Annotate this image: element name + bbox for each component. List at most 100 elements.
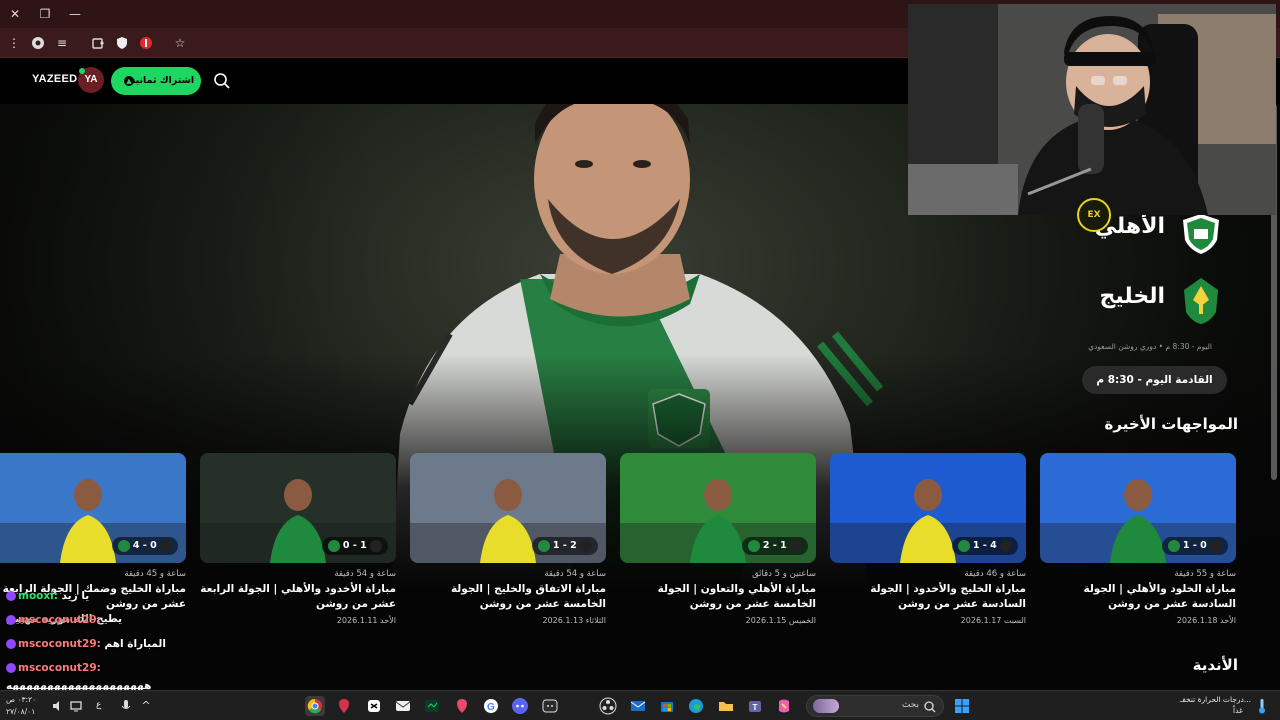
al-khaleej-crest-icon[interactable] <box>1180 276 1222 324</box>
match-score: 1 - 4 <box>972 540 997 551</box>
team-crest-icon <box>747 539 760 552</box>
match-thumbnail[interactable]: 1 - 0 <box>1040 453 1236 563</box>
chat-username[interactable]: mscoconut29: <box>18 638 101 650</box>
thmanyah-logo-icon: ▲ <box>124 76 134 86</box>
card-title[interactable]: مباراة الاتفاق والخليج | الجولة الخامسة … <box>410 582 606 612</box>
thermometer-icon[interactable] <box>1252 696 1272 716</box>
card-title[interactable]: مباراة الأهلي والتعاون | الجولة الخامسة … <box>620 582 816 612</box>
team-crest-icon <box>1210 539 1222 552</box>
network-icon[interactable] <box>66 696 86 716</box>
team-crest-icon <box>1167 539 1180 552</box>
close-window-icon[interactable]: ✕ <box>2 4 28 24</box>
puzzle-extensions-icon[interactable] <box>88 33 108 53</box>
input-language[interactable]: ع <box>96 700 101 710</box>
match-thumbnail[interactable]: 2 - 1 <box>620 453 816 563</box>
mail-2-app-icon[interactable] <box>628 696 648 716</box>
tray-time[interactable]: ٠٣:٢٠ ص <box>6 695 36 704</box>
weather-text[interactable]: درجات الحرارة تنخفـ... <box>1180 695 1251 704</box>
score-badge: 1 - 4 <box>951 537 1018 555</box>
chat-message: mscoconut29: <box>6 662 101 674</box>
maximize-window-icon[interactable]: ❐ <box>32 4 58 24</box>
team-crest-icon <box>790 539 802 552</box>
card-date: الثلاثاء 2026.1.13 <box>542 616 606 625</box>
score-badge: 1 - 2 <box>531 537 598 555</box>
chat-username[interactable]: mscoconut29: <box>18 662 101 674</box>
match-thumbnail[interactable]: 4 - 0 <box>0 453 186 563</box>
windows-taskbar: ٠٣:٢٠ ص ٢٧/٠٨/٠١ ع ^ G T بحث درجات الحرا… <box>0 690 1280 720</box>
chat-username[interactable]: mscoconut29: <box>18 614 101 626</box>
file-explorer-icon[interactable] <box>716 696 736 716</box>
shield-extension-icon[interactable] <box>112 33 132 53</box>
chat-message: mscoconut29: المباراة اهم <box>6 638 166 650</box>
online-status-dot <box>79 68 85 74</box>
match-card[interactable]: 1 - 0 ساعة و 55 دقيقة مباراة الخلود والأه… <box>1040 453 1236 625</box>
upcoming-match-badge[interactable]: القادمة اليوم - 8:30 م <box>1082 366 1227 394</box>
teams-app-icon[interactable]: T <box>745 696 765 716</box>
match-card[interactable]: 0 - 1 ساعة و 54 دقيقة مباراة الأخدود والأ… <box>200 453 396 625</box>
copilot-app-icon[interactable] <box>774 696 794 716</box>
match-thumbnail[interactable]: 1 - 2 <box>410 453 606 563</box>
windows-start-icon[interactable] <box>952 696 972 716</box>
card-time-ago: ساعة و 54 دقيقة <box>334 569 396 579</box>
maps-pin-icon[interactable] <box>334 696 354 716</box>
weather-subtext[interactable]: غداً <box>1233 706 1243 715</box>
al-ahli-crest-icon[interactable] <box>1180 212 1222 256</box>
chat-message: mooxi: يا زيد <box>6 590 89 602</box>
more-vert-icon[interactable]: ⋮ <box>4 33 24 53</box>
edge-app-icon[interactable] <box>686 696 706 716</box>
chat-app-icon[interactable] <box>540 696 560 716</box>
match-thumbnail[interactable]: 0 - 1 <box>200 453 396 563</box>
chat-username[interactable]: mooxi: <box>18 590 58 602</box>
adblock-extension-icon[interactable] <box>136 33 156 53</box>
speaker-icon[interactable] <box>48 696 68 716</box>
match-card[interactable]: 1 - 2 ساعة و 54 دقيقة مباراة الاتفاق والخ… <box>410 453 606 625</box>
card-date: السبت 2026.1.17 <box>960 616 1026 625</box>
team-crest-icon <box>370 539 382 552</box>
maps-pin-2-icon[interactable] <box>452 696 472 716</box>
score-badge: 0 - 1 <box>321 537 388 555</box>
extension-icon[interactable] <box>28 33 48 53</box>
match-thumbnail[interactable]: 1 - 4 <box>830 453 1026 563</box>
username[interactable]: YAZEED <box>32 73 77 85</box>
card-time-ago: ساعة و 54 دقيقة <box>544 569 606 579</box>
taskbar-search-placeholder: بحث <box>901 700 919 710</box>
subscribe-label: اشتراك ثمانية <box>129 75 195 86</box>
card-date: الأحد 2026.1.11 <box>336 616 396 625</box>
discord-app-icon[interactable] <box>510 696 530 716</box>
score-badge: 1 - 0 <box>1161 537 1228 555</box>
team-crest-icon <box>327 539 340 552</box>
tray-date[interactable]: ٢٧/٠٨/٠١ <box>6 707 35 716</box>
card-time-ago: ساعة و 45 دقيقة <box>124 569 186 579</box>
mail-app-icon[interactable] <box>393 696 413 716</box>
obs-app-icon[interactable] <box>598 696 618 716</box>
match-card[interactable]: 2 - 1 ساعتين و 5 دقائق مباراة الأهلي والت… <box>620 453 816 625</box>
match-score: 2 - 1 <box>762 540 787 551</box>
minimize-window-icon[interactable]: — <box>62 4 88 24</box>
match-score: 4 - 0 <box>132 540 157 551</box>
card-date: الخميس 2026.1.15 <box>745 616 816 625</box>
card-title[interactable]: مباراة الخلود والأهلي | الجولة السادسة ع… <box>1040 582 1236 612</box>
sponsor-badge-icon: EX <box>1077 198 1111 232</box>
search-icon[interactable] <box>212 71 232 91</box>
taskbar-search[interactable]: بحث <box>806 695 944 717</box>
score-badge: 4 - 0 <box>111 537 178 555</box>
chevron-up-icon[interactable]: ^ <box>136 696 156 716</box>
chrome-app-icon[interactable] <box>305 696 325 716</box>
streaming-app-icon[interactable] <box>422 696 442 716</box>
match-score: 1 - 2 <box>552 540 577 551</box>
chat-text: المباراة اهم <box>104 638 166 650</box>
capcut-app-icon[interactable] <box>364 696 384 716</box>
card-title[interactable]: مباراة الأخدود والأهلي | الجولة الرابعة … <box>200 582 396 612</box>
match-card[interactable]: 1 - 4 ساعة و 46 دقيقة مباراة الخليج والأخ… <box>830 453 1026 625</box>
playlist-icon[interactable]: ≡ <box>52 33 72 53</box>
star-icon[interactable]: ☆ <box>170 33 190 53</box>
team-crest-icon <box>537 539 550 552</box>
away-team-name[interactable]: الخليج <box>1020 284 1165 309</box>
team-crest-icon <box>117 539 130 552</box>
google-app-icon[interactable]: G <box>481 696 501 716</box>
card-title[interactable]: مباراة الخليج والأخدود | الجولة السادسة … <box>830 582 1026 612</box>
screen: ✕ ❐ — ⋮ ≡ ☆ YAZEED YA ▲ اشتراك ثمانية ال… <box>0 0 1280 720</box>
subscribe-button[interactable]: ▲ اشتراك ثمانية <box>111 67 201 95</box>
store-app-icon[interactable] <box>657 696 677 716</box>
microphone-icon[interactable] <box>116 696 136 716</box>
